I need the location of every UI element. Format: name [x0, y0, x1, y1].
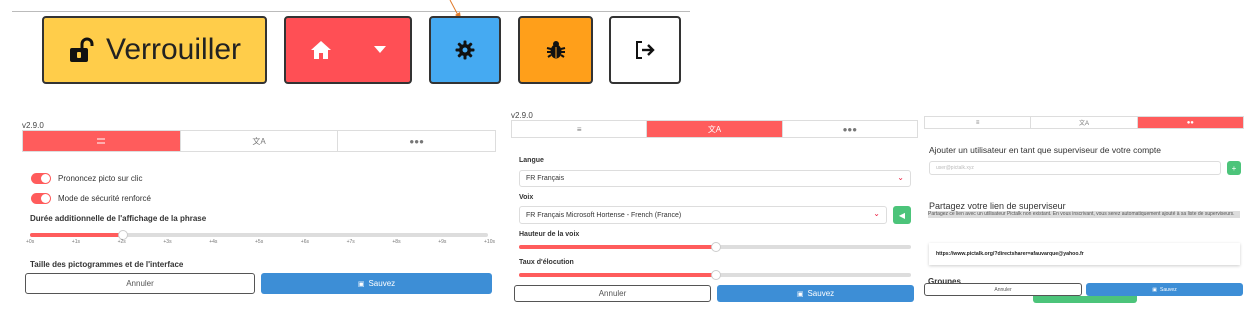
rate-slider[interactable] — [519, 270, 911, 280]
cancel-button[interactable]: Annuler — [514, 285, 711, 302]
bug-icon — [546, 41, 565, 59]
pitch-slider[interactable] — [519, 242, 911, 252]
pitch-label: Hauteur de la voix — [519, 231, 580, 238]
voice-select[interactable]: FR Français Microsoft Hortense - French … — [519, 206, 887, 224]
users-icon: ●●● — [409, 136, 424, 146]
toggle-security-label: Mode de sécurité renforcé — [58, 194, 151, 203]
tab-general[interactable] — [23, 131, 180, 151]
share-link-description: Partagez ce lien avec un utilisateur Pic… — [928, 211, 1240, 218]
top-divider — [12, 11, 690, 12]
add-supervisor-label: Ajouter un utilisateur en tant que super… — [929, 145, 1161, 155]
duration-tick-label: +4s — [209, 239, 218, 245]
save-label: Sauvez — [807, 289, 835, 298]
chevron-down-icon: ⌄ — [873, 209, 880, 218]
duration-tick-label: +2s — [117, 239, 126, 245]
save-button[interactable]: ▣ Sauvez — [261, 273, 492, 294]
share-link-box[interactable]: https://www.pictalk.org/?directsharer=af… — [929, 243, 1240, 265]
language-icon: 文A — [707, 124, 722, 134]
duration-tick-label: +8s — [392, 239, 401, 245]
sliders-icon — [97, 138, 106, 144]
language-label: Langue — [519, 157, 544, 164]
plus-icon: + — [1231, 163, 1237, 173]
voice-select-value: FR Français Microsoft Hortense - French … — [526, 211, 682, 219]
duration-tick-label: +10s — [484, 239, 495, 245]
groups-add-button[interactable] — [1033, 296, 1137, 303]
supervisor-email-placeholder: user@pictalk.xyz — [936, 165, 974, 171]
voice-label: Voix — [519, 194, 534, 201]
home-menu-button[interactable] — [284, 16, 412, 84]
language-select[interactable]: FR Français ⌄ — [519, 170, 911, 187]
volume-icon: ◀ — [898, 210, 906, 220]
save-label: Sauvez — [1160, 286, 1177, 293]
pitch-slider-handle[interactable] — [711, 242, 721, 252]
tab-general[interactable]: ≡ — [925, 117, 1030, 128]
cancel-button[interactable]: Annuler — [25, 273, 255, 294]
save-icon: ▣ — [796, 290, 804, 298]
toggle-pronounce-label: Prononcez picto sur clic — [58, 174, 143, 183]
duration-tick-label: +6s — [300, 239, 309, 245]
share-link-url: https://www.pictalk.org/?directsharer=af… — [936, 251, 1084, 257]
chevron-down-icon: ⌄ — [897, 173, 904, 182]
sliders-icon: ≡ — [975, 119, 980, 126]
cancel-button[interactable]: Annuler — [924, 283, 1082, 296]
caret-down-icon — [374, 46, 386, 53]
gear-icon — [455, 40, 475, 60]
bug-report-button[interactable] — [518, 16, 593, 84]
save-button[interactable]: ▣ Sauvez — [717, 285, 914, 302]
duration-tick-label: +3s — [163, 239, 172, 245]
version-label: v2.9.0 — [22, 121, 44, 130]
duration-slider-fill — [30, 233, 122, 237]
size-label: Taille des pictogrammes et de l'interfac… — [30, 260, 184, 269]
save-icon: ▣ — [1152, 286, 1158, 293]
play-voice-button[interactable]: ◀ — [893, 206, 911, 224]
duration-tick-label: +9s — [438, 239, 447, 245]
sliders-icon: ≡ — [576, 124, 582, 134]
sign-out-icon — [636, 41, 655, 59]
save-button[interactable]: ▣ Sauvez — [1086, 283, 1243, 296]
rate-slider-fill — [519, 273, 715, 277]
sign-out-button[interactable] — [609, 16, 681, 84]
language-icon: 文A — [252, 136, 266, 146]
settings-tabs: ≡ 文A ●●● — [511, 120, 918, 138]
tab-language[interactable]: 文A — [646, 121, 782, 137]
version-label: v2.9.0 — [511, 111, 533, 120]
toggle-security[interactable] — [31, 193, 51, 204]
duration-tick-label: +7s — [346, 239, 355, 245]
tab-language[interactable]: 文A — [179, 131, 338, 151]
tab-language[interactable]: 文A — [1030, 117, 1136, 128]
pitch-slider-fill — [519, 245, 715, 249]
share-link-label: Partagez votre lien de superviseur — [929, 201, 1066, 211]
duration-tick-label: +1s — [71, 239, 80, 245]
tab-supervisors[interactable]: ●●● — [337, 131, 495, 151]
save-label: Sauvez — [368, 279, 396, 288]
settings-tabs: ≡ 文A ●● — [924, 116, 1244, 129]
language-select-value: FR Français — [526, 175, 565, 182]
tab-general[interactable]: ≡ — [512, 121, 646, 137]
supervisor-email-input[interactable]: user@pictalk.xyz — [929, 161, 1221, 175]
rate-slider-handle[interactable] — [711, 270, 721, 280]
tab-supervisors[interactable]: ●●● — [781, 121, 917, 137]
duration-tick-label: +0s — [26, 239, 35, 245]
lock-label: Verrouiller — [105, 33, 242, 66]
unlock-icon — [69, 37, 94, 62]
settings-tabs: 文A ●●● — [22, 130, 496, 152]
duration-slider[interactable] — [30, 230, 488, 240]
rate-label: Taux d'élocution — [519, 259, 574, 266]
toggle-pronounce[interactable] — [31, 173, 51, 184]
add-supervisor-button[interactable]: + — [1227, 161, 1241, 175]
lock-button[interactable]: Verrouiller — [42, 16, 267, 84]
duration-tick-label: +5s — [255, 239, 264, 245]
language-icon: 文A — [1078, 121, 1089, 127]
settings-button[interactable] — [429, 16, 501, 84]
duration-label: Durée additionnelle de l'affichage de la… — [30, 214, 207, 223]
tab-supervisors[interactable]: ●● — [1136, 117, 1243, 128]
home-icon — [311, 41, 331, 59]
users-icon: ●●● — [842, 124, 858, 134]
save-icon: ▣ — [357, 280, 365, 288]
users-icon: ●● — [1186, 119, 1194, 126]
